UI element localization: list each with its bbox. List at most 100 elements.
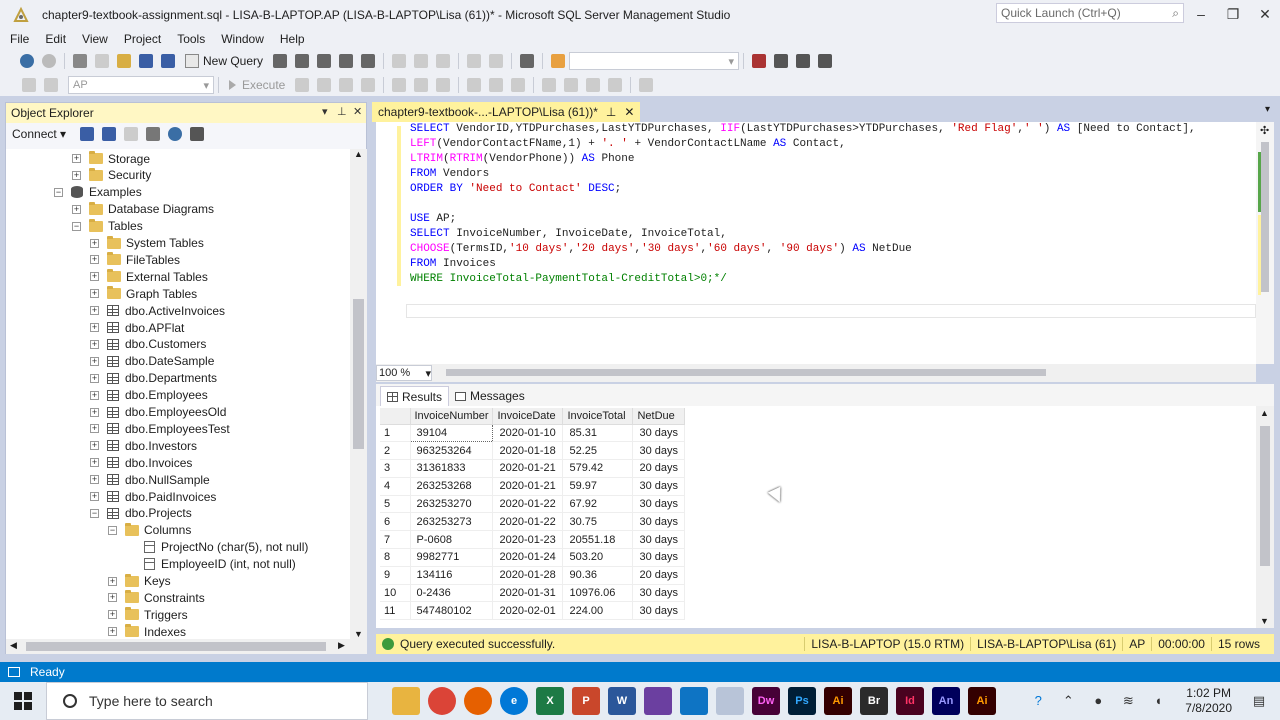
- expand-icon[interactable]: +: [108, 627, 117, 637]
- scrollbar-thumb[interactable]: [353, 299, 364, 449]
- new-query-button[interactable]: New Query: [185, 54, 263, 68]
- table-cell[interactable]: 2020-01-24: [492, 548, 564, 567]
- collapse-icon[interactable]: −: [72, 221, 81, 231]
- connect-object-icon[interactable]: [80, 127, 95, 141]
- toolbox-icon[interactable]: [796, 54, 811, 68]
- specify-values-icon[interactable]: [639, 78, 654, 92]
- expand-icon[interactable]: +: [90, 356, 99, 366]
- table-cell[interactable]: 2020-01-18: [492, 441, 564, 461]
- table-row[interactable]: 6 263253273 2020-01-22 30.75 30 days: [380, 512, 686, 532]
- tree-item[interactable]: + System Tables: [90, 235, 204, 252]
- menu-tools[interactable]: Tools: [171, 32, 215, 46]
- refresh-icon[interactable]: [168, 127, 183, 141]
- results-to-file-icon[interactable]: [511, 78, 526, 92]
- table-cell[interactable]: 20551.18: [562, 530, 634, 550]
- table-row[interactable]: 2 963253264 2020-01-18 52.25 30 days: [380, 441, 686, 461]
- firefox-icon[interactable]: [464, 687, 492, 715]
- tree-item[interactable]: + dbo.APFlat: [90, 319, 184, 336]
- table-cell[interactable]: 134116: [410, 566, 494, 585]
- expand-icon[interactable]: +: [90, 323, 99, 332]
- windows-start-icon[interactable]: [14, 692, 32, 710]
- table-cell[interactable]: 10976.06: [562, 584, 634, 603]
- tab-query-editor[interactable]: chapter9-textbook-...-LAPTOP\Lisa (61))*…: [372, 102, 641, 122]
- table-cell[interactable]: 503.20: [562, 548, 634, 567]
- tree-item[interactable]: + Constraints: [108, 589, 205, 606]
- results-to-grid-icon[interactable]: [489, 78, 504, 92]
- table-cell[interactable]: 2020-02-01: [492, 601, 564, 621]
- microphone-icon[interactable]: ●: [1091, 694, 1105, 708]
- paste-icon[interactable]: [436, 54, 451, 68]
- scroll-right-icon[interactable]: ▶: [338, 640, 345, 651]
- scroll-down-icon[interactable]: ▼: [354, 629, 363, 639]
- row-number[interactable]: 1: [380, 424, 411, 443]
- table-cell[interactable]: 2020-01-21: [492, 477, 564, 496]
- close-button[interactable]: ✕: [1250, 4, 1280, 24]
- quick-launch-input[interactable]: Quick Launch (Ctrl+Q) ⌕: [996, 3, 1184, 23]
- dreamweaver-icon[interactable]: Dw: [752, 687, 780, 715]
- expand-icon[interactable]: +: [90, 458, 99, 468]
- word-icon[interactable]: W: [608, 687, 636, 715]
- add-item-icon[interactable]: [95, 54, 109, 68]
- client-stats-icon[interactable]: [436, 78, 451, 92]
- execute-button[interactable]: Execute: [229, 78, 285, 92]
- table-cell[interactable]: 20 days: [632, 459, 686, 478]
- tree-item[interactable]: − dbo.Projects: [90, 505, 192, 522]
- new-project-icon[interactable]: [73, 54, 87, 68]
- forward-icon[interactable]: [42, 54, 56, 68]
- table-cell[interactable]: 9982771: [410, 548, 494, 567]
- bridge-icon[interactable]: Br: [860, 687, 888, 715]
- file-explorer-icon[interactable]: [392, 687, 420, 715]
- row-number[interactable]: 7: [380, 530, 411, 550]
- tree-item[interactable]: − Tables: [72, 218, 143, 235]
- available-databases-combo[interactable]: AP ▾: [68, 76, 214, 94]
- table-cell[interactable]: 547480102: [410, 601, 494, 621]
- excel-icon[interactable]: X: [536, 687, 564, 715]
- disconnect-icon[interactable]: [44, 78, 58, 92]
- edge-icon[interactable]: e: [500, 687, 528, 715]
- scrollbar-thumb[interactable]: [1261, 142, 1269, 292]
- table-cell[interactable]: 263253273: [410, 512, 494, 532]
- sql-query-editor[interactable]: SELECT VendorID,YTDPurchases,LastYTDPurc…: [376, 122, 1274, 364]
- tree-item[interactable]: + Keys: [108, 573, 171, 590]
- maximize-button[interactable]: ❐: [1218, 4, 1248, 24]
- table-cell[interactable]: 30 days: [632, 530, 686, 550]
- table-cell[interactable]: 2020-01-21: [492, 459, 564, 478]
- expand-icon[interactable]: +: [72, 204, 81, 214]
- notifications-icon[interactable]: ▤: [1252, 694, 1266, 708]
- connect-button[interactable]: Connect ▾: [12, 127, 66, 141]
- live-stats-icon[interactable]: [414, 78, 429, 92]
- pin-icon[interactable]: ⊥: [337, 105, 347, 118]
- object-explorer-tree[interactable]: + Storage + Security − Examples + Database Diag…: [6, 149, 350, 639]
- table-cell[interactable]: 39104: [409, 423, 494, 443]
- column-header[interactable]: InvoiceTotal: [562, 408, 634, 425]
- expand-icon[interactable]: +: [90, 306, 99, 316]
- table-cell[interactable]: 30 days: [632, 441, 686, 461]
- expand-icon[interactable]: +: [90, 255, 99, 265]
- pin-icon[interactable]: ⊥: [606, 105, 616, 119]
- save-all-icon[interactable]: [161, 54, 175, 68]
- indesign-icon[interactable]: Id: [896, 687, 924, 715]
- tree-item[interactable]: − Examples: [54, 184, 142, 201]
- clock[interactable]: 1:02 PM 7/8/2020: [1185, 686, 1232, 716]
- redo-icon[interactable]: [489, 54, 504, 68]
- tree-item[interactable]: + External Tables: [90, 268, 208, 285]
- tab-results[interactable]: Results: [380, 386, 450, 406]
- row-number[interactable]: 10: [380, 584, 411, 603]
- open-file-icon[interactable]: [117, 54, 131, 68]
- row-number[interactable]: 4: [380, 477, 411, 496]
- table-cell[interactable]: 30 days: [632, 601, 686, 621]
- copy-icon[interactable]: [414, 54, 429, 68]
- table-cell[interactable]: 2020-01-28: [492, 566, 564, 585]
- expand-icon[interactable]: +: [108, 610, 117, 620]
- table-cell[interactable]: 20 days: [632, 566, 686, 585]
- illustrator-icon[interactable]: Ai: [824, 687, 852, 715]
- scrollbar-thumb[interactable]: [1260, 426, 1270, 566]
- chrome-icon[interactable]: [428, 687, 456, 715]
- display-plan-icon[interactable]: [339, 78, 354, 92]
- expand-icon[interactable]: +: [108, 593, 117, 603]
- row-number[interactable]: 2: [380, 441, 411, 461]
- column-header[interactable]: InvoiceNumber: [410, 408, 494, 425]
- column-header[interactable]: InvoiceDate: [492, 408, 564, 425]
- table-cell[interactable]: P-0608: [410, 530, 494, 550]
- tree-item[interactable]: ProjectNo (char(5), not null): [144, 539, 308, 556]
